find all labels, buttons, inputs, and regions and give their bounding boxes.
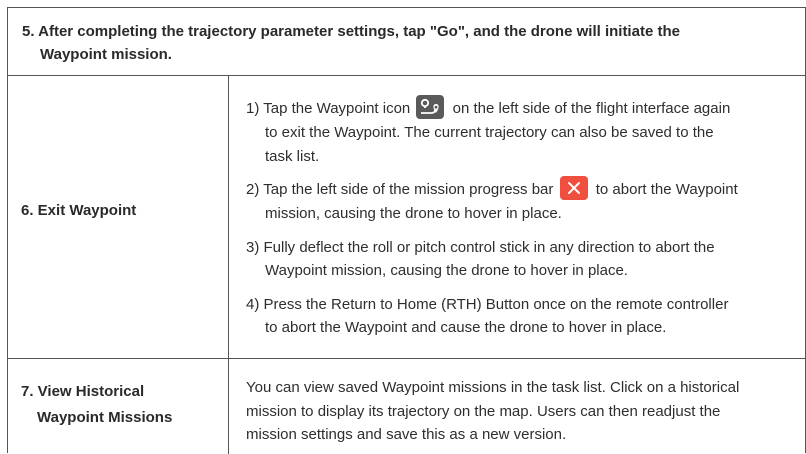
instruction-table: 5. After completing the trajectory param… [7, 7, 806, 454]
item-text-cont: to exit the Waypoint. The current trajec… [265, 124, 714, 142]
item-text-cont: mission, causing the drone to hover in p… [265, 205, 562, 223]
waypoint-icon [416, 95, 445, 120]
item-text: 2) Tap the left side of the mission prog… [246, 181, 554, 199]
step-5-text-line1: 5. After completing the trajectory param… [22, 23, 680, 40]
step-5-row: 5. After completing the trajectory param… [8, 8, 805, 76]
step-7-label-line1: 7. View Historical [21, 383, 145, 400]
item-text: to abort the Waypoint [595, 181, 738, 199]
item-text-cont: task list. [265, 147, 320, 165]
step-7-line2: mission to display its trajectory on the… [246, 402, 721, 420]
step-7-row: 7. View Historical Waypoint Missions You… [8, 359, 805, 454]
item-text-cont: Waypoint mission, causing the drone to h… [265, 262, 628, 280]
step-5-text-line2: Waypoint mission. [40, 46, 172, 63]
instruction-item: 4) Press the Return to Home (RTH) Button… [246, 293, 801, 340]
instruction-item: 3) Fully deflect the roll or pitch contr… [246, 236, 801, 283]
step-6-instructions: 1) Tap the Waypoint icon on the left sid… [246, 95, 801, 350]
step-7-label: 7. View Historical Waypoint Missions [8, 379, 228, 431]
item-text: 1) Tap the Waypoint icon [246, 100, 411, 117]
step-7-description: You can view saved Waypoint missions in … [246, 376, 801, 447]
close-icon [559, 176, 588, 201]
item-text: on the left side of the flight interface… [452, 100, 731, 117]
step-6-label: 6. Exit Waypoint [21, 202, 137, 219]
item-text-cont: to abort the Waypoint and cause the dron… [265, 319, 667, 337]
step-7-line1: You can view saved Waypoint missions in … [246, 379, 740, 396]
column-divider [228, 76, 229, 454]
instruction-item: 2) Tap the left side of the mission prog… [246, 176, 801, 226]
item-text: 3) Fully deflect the roll or pitch contr… [246, 238, 715, 256]
step-6-row: 6. Exit Waypoint 1) Tap the Waypoint ico… [8, 76, 805, 359]
item-text: 4) Press the Return to Home (RTH) Button… [246, 295, 729, 313]
instruction-item: 1) Tap the Waypoint icon on the left sid… [246, 95, 801, 168]
step-7-label-line2: Waypoint Missions [37, 409, 173, 426]
step-7-line3: mission settings and save this as a new … [246, 426, 567, 443]
